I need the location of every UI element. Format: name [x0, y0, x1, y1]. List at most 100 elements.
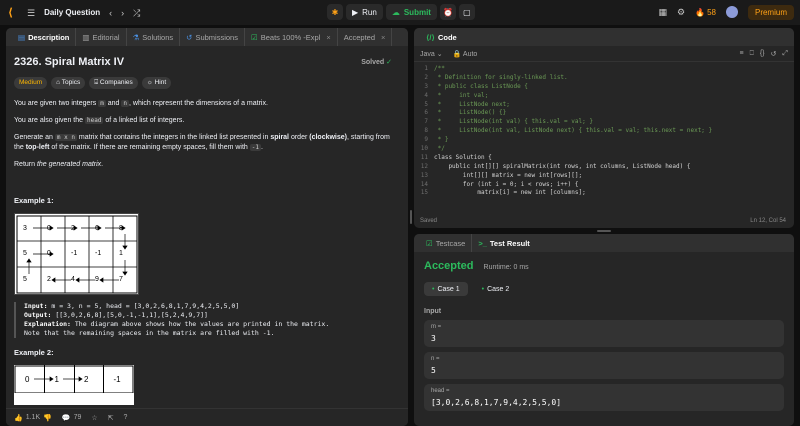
comments-button[interactable]: 💬 79 — [62, 414, 82, 422]
code-icon: ⟨/⟩ — [426, 32, 435, 42]
like-button[interactable]: 👍 1.1K 👎 — [14, 414, 52, 422]
tab-test-result[interactable]: >_ Test Result — [472, 234, 535, 252]
bookmark-icon[interactable]: ⎕ — [750, 50, 754, 58]
format-icon[interactable]: ≡ — [740, 50, 744, 58]
premium-button[interactable]: Premium — [747, 4, 794, 20]
example-2-title: Example 2: — [14, 348, 54, 357]
auto-mode-toggle[interactable]: 🔒 Auto — [453, 50, 478, 58]
bold-text: spiral — [270, 134, 290, 141]
inline-code: n — [121, 100, 130, 107]
leetcode-logo-icon[interactable]: ⟨ — [8, 7, 18, 19]
settings-icon[interactable]: ⚙ — [677, 7, 685, 17]
line-content: * ListNode(int val, ListNode next) { thi… — [434, 127, 713, 135]
line-content: for (int i = 0; i < rows; i++) { — [434, 180, 579, 188]
case-tab-1[interactable]: • Case 1 — [424, 282, 468, 296]
description-paragraph-2: You are also given the head of a linked … — [14, 116, 400, 126]
tab-submissions[interactable]: ↺ Submissions — [180, 28, 245, 46]
reset-icon[interactable]: ↺ — [771, 50, 777, 58]
thumbs-down-icon[interactable]: 👎 — [43, 414, 52, 422]
matrix-cell: 2 — [71, 224, 75, 232]
hint-chip[interactable]: ☼ Hint — [141, 77, 172, 89]
debug-button[interactable]: ✱ — [327, 4, 343, 20]
tab-label: Accepted — [343, 32, 376, 42]
companies-label: Companies — [99, 79, 133, 86]
example-1-title: Example 1: — [14, 196, 54, 205]
problem-description: 2326. Spiral Matrix IV Solved ✓ Medium ⌂… — [6, 46, 408, 406]
tab-solution-post[interactable]: ☑ Beats 100% -Expl × — [245, 28, 338, 46]
shuffle-icon[interactable]: ⤮ — [133, 8, 140, 18]
code-editor[interactable]: 1/** 2 * Definition for singly-linked lis… — [414, 62, 794, 210]
input-variable: head = [3,0,2,6,8,1,7,9,4,2,5,5,0] — [424, 384, 784, 411]
code-line: 1 /** — [414, 64, 794, 73]
solved-label: Solved — [361, 59, 385, 66]
text: You are given two integers — [14, 100, 99, 107]
code-line: 3 * public class ListNode { — [414, 82, 794, 91]
comment-count: 79 — [73, 414, 82, 421]
layout-grid-icon[interactable]: ▦ — [659, 7, 668, 17]
help-button[interactable]: ? — [124, 414, 128, 421]
submit-button[interactable]: ☁ Submit — [385, 4, 437, 20]
run-button[interactable]: ▶ Run — [346, 4, 383, 20]
line-content: matrix[i] = new int [columns]; — [434, 189, 586, 197]
matrix-cell: 2 — [74, 365, 104, 393]
code-toolbar: Java ⌄ 🔒 Auto ≡ ⎕ {} ↺ ⤢ — [414, 46, 794, 62]
run-label: Run — [362, 7, 377, 17]
inline-code: m x n — [54, 134, 77, 141]
code-status-bar: Saved Ln 12, Col 54 — [420, 218, 786, 224]
share-icon: ⇱ — [107, 414, 114, 422]
tab-description[interactable]: ▤ Description — [12, 28, 77, 46]
matrix-cell: 9 — [95, 275, 99, 283]
line-number: 11 — [420, 153, 428, 161]
tag-icon: ⌂ — [56, 79, 61, 86]
topics-chip[interactable]: ⌂ Topics — [51, 77, 86, 89]
tab-code[interactable]: ⟨/⟩ Code — [420, 28, 463, 46]
share-button[interactable]: ⇱ — [108, 414, 114, 422]
problem-list-title[interactable]: Daily Question — [44, 8, 100, 17]
timer-button[interactable]: ⏰ — [439, 4, 456, 20]
thumbs-up-icon: 👍 — [14, 414, 23, 422]
matrix-cell: 1 — [119, 250, 123, 257]
prev-problem-icon[interactable]: ‹ — [109, 8, 112, 18]
case-tab-2[interactable]: • Case 2 — [474, 282, 518, 296]
description-paragraph-3: Generate an m x n matrix that contains t… — [14, 133, 400, 153]
tab-editorial[interactable]: ▥ Editorial — [76, 28, 127, 46]
matrix-cell: -1 — [113, 374, 121, 384]
code-line: 15 matrix[i] = new int [columns]; — [414, 188, 794, 197]
result-status-row: Accepted Runtime: 0 ms — [424, 260, 784, 272]
line-number: 14 — [420, 180, 428, 188]
line-number: 12 — [420, 162, 428, 170]
inline-code: -1 — [249, 144, 261, 151]
vertical-splitter[interactable] — [410, 210, 412, 224]
favorite-button[interactable]: ☆ — [91, 414, 97, 422]
description-tabs: ▤ Description ▥ Editorial ⚗ Solutions ↺ Subm… — [6, 28, 408, 46]
tab-testcase[interactable]: ☑ Testcase — [420, 234, 473, 252]
horizontal-splitter[interactable] — [597, 230, 611, 232]
play-icon: ▶ — [352, 7, 359, 17]
tab-label: Beats 100% -Expl — [260, 32, 321, 42]
alarm-icon: ⏰ — [442, 7, 453, 17]
companies-chip[interactable]: ⌹ Companies — [89, 77, 138, 89]
result-body: Accepted Runtime: 0 ms • Case 1 • Case 2 I… — [414, 252, 794, 419]
tab-accepted[interactable]: Accepted × — [338, 28, 393, 46]
document-icon: ▤ — [18, 32, 26, 42]
explanation-text: The diagram above shows how the values a… — [70, 320, 330, 328]
braces-icon[interactable]: {} — [760, 50, 765, 58]
text: matrix that contains the integers in the… — [76, 134, 271, 141]
example-1-input: Input: m = 3, n = 5, head = [3,0,2,6,8,1… — [24, 302, 400, 311]
language-select[interactable]: Java ⌄ — [420, 50, 443, 58]
tab-solutions[interactable]: ⚗ Solutions — [127, 28, 181, 46]
input-label: Input: — [24, 302, 48, 310]
streak-counter[interactable]: 🔥 58 — [695, 8, 716, 17]
expand-icon[interactable]: ⤢ — [782, 50, 788, 58]
notes-button[interactable]: ▢ — [458, 4, 475, 20]
avatar[interactable] — [725, 6, 738, 18]
matrix-cell: 8 — [119, 224, 123, 232]
text: . — [261, 144, 263, 151]
chevron-down-icon: ⌄ — [436, 50, 443, 58]
close-icon[interactable]: × — [326, 33, 330, 42]
next-problem-icon[interactable]: › — [121, 8, 124, 18]
close-icon[interactable]: × — [381, 33, 385, 42]
problem-list-icon[interactable]: ☰ — [27, 8, 35, 18]
problem-title: 2326. Spiral Matrix IV — [14, 56, 125, 68]
line-content: * public class ListNode { — [434, 82, 528, 90]
